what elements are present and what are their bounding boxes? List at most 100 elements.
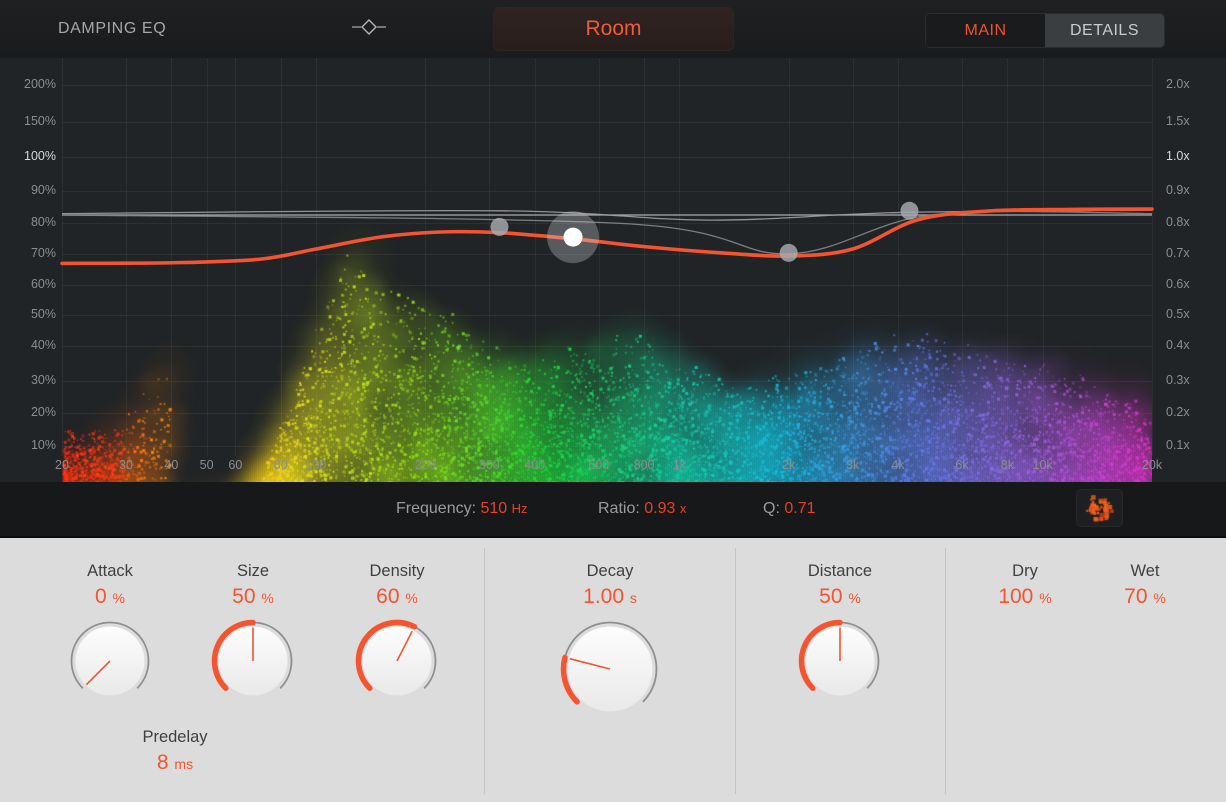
distance-knob[interactable] [798, 619, 882, 703]
x-axis-frequency: 20 30 40 50 60 80 100 200 300 400 600 800 1k 2k 3k 4k 6k… [62, 458, 1152, 480]
decay-knob[interactable] [560, 619, 660, 719]
y-left-tick: 150% [24, 114, 56, 128]
plugin-window: DAMPING EQ Room MAIN DETAILS 200% 150% 100… [0, 0, 1226, 802]
eq-q-value: 0.71 [784, 500, 815, 517]
y-right-tick: 0.7x [1166, 246, 1190, 260]
density-control: Density 60 % [327, 562, 467, 703]
size-label: Size [183, 562, 323, 581]
size-knob[interactable] [211, 619, 295, 703]
eq-control-point[interactable] [780, 244, 798, 262]
attack-knob[interactable] [68, 619, 152, 703]
y-left-tick: 30% [31, 373, 56, 387]
eq-frequency-value: 510 [481, 500, 508, 517]
size-value: 50 % [183, 585, 323, 609]
wet-value: 70 % [1075, 585, 1215, 609]
dry-value: 100 % [955, 585, 1095, 609]
x-axis-tick: 20 [55, 458, 69, 472]
decay-control: Decay 1.00 s [540, 562, 680, 719]
eq-frequency-unit: Hz [512, 501, 528, 516]
eq-control-point-selected[interactable] [564, 228, 583, 247]
eq-frequency-label: Frequency: [396, 500, 476, 517]
x-axis-tick: 300 [479, 458, 500, 472]
particle-cluster-icon[interactable] [1076, 489, 1123, 527]
y-right-tick: 1.5x [1166, 114, 1190, 128]
eq-ratio-unit: x [680, 501, 687, 516]
x-axis-tick: 10k [1033, 458, 1053, 472]
x-axis-tick: 800 [634, 458, 655, 472]
page-title: DAMPING EQ [58, 20, 166, 38]
eq-ratio-field[interactable]: Ratio: 0.93 x [598, 500, 686, 518]
size-control: Size 50 % [183, 562, 323, 703]
y-right-tick: 0.1x [1166, 438, 1190, 452]
reverb-controls-panel: Attack 0 % Size 50 % Density 60 % Predel… [0, 536, 1226, 802]
x-axis-tick: 8k [1001, 458, 1014, 472]
eq-curve-overlay[interactable] [0, 116, 1226, 482]
y-axis-right: 2.0x 1.5x 1.0x 0.9x 0.8x 0.7x 0.6x 0.5x 0.4x 0.3x… [1152, 58, 1226, 482]
knob-graphic [68, 619, 152, 703]
x-axis-tick: 400 [524, 458, 545, 472]
knob-graphic [560, 619, 660, 719]
y-right-tick: 0.9x [1166, 183, 1190, 197]
preset-name-label: Room [585, 17, 641, 41]
dry-label: Dry [955, 562, 1095, 581]
eq-main-curve[interactable] [62, 209, 1152, 263]
density-knob[interactable] [355, 619, 439, 703]
x-axis-tick: 20k [1142, 458, 1162, 472]
eq-control-point[interactable] [490, 218, 508, 236]
knob-graphic [798, 619, 882, 703]
distance-label: Distance [770, 562, 910, 581]
density-value: 60 % [327, 585, 467, 609]
header-bar: DAMPING EQ Room MAIN DETAILS [0, 0, 1226, 58]
predelay-label: Predelay [100, 728, 250, 747]
y-left-tick: 50% [31, 307, 56, 321]
dry-control: Dry 100 % [955, 562, 1095, 609]
y-axis-left: 200% 150% 100% 90% 80% 70% 60% 50% 40% 30% 20% 10% [0, 58, 62, 482]
x-axis-tick: 1k [673, 458, 686, 472]
x-axis-tick: 6k [955, 458, 968, 472]
eq-analyzer-graph[interactable] [0, 58, 1226, 482]
x-axis-tick: 50 [200, 458, 214, 472]
y-right-tick: 0.2x [1166, 405, 1190, 419]
eq-node-icon[interactable] [352, 16, 386, 38]
panel-divider-3 [945, 548, 946, 794]
eq-ratio-label: Ratio: [598, 500, 640, 517]
y-left-tick: 20% [31, 405, 56, 419]
knob-graphic [355, 619, 439, 703]
distance-value: 50 % [770, 585, 910, 609]
gridline [62, 85, 1152, 86]
x-axis-tick: 2k [782, 458, 795, 472]
tab-details[interactable]: DETAILS [1045, 14, 1164, 47]
decay-value: 1.00 s [540, 585, 680, 609]
decay-label: Decay [540, 562, 680, 581]
y-left-tick: 200% [24, 77, 56, 91]
y-right-tick: 0.3x [1166, 373, 1190, 387]
density-label: Density [327, 562, 467, 581]
x-axis-tick: 40 [164, 458, 178, 472]
tab-main[interactable]: MAIN [926, 14, 1045, 47]
eq-control-point[interactable] [900, 202, 918, 220]
y-right-tick: 0.6x [1166, 277, 1190, 291]
preset-selector-button[interactable]: Room [493, 7, 734, 51]
predelay-control: Predelay 8 ms [100, 728, 250, 775]
view-mode-tabs: MAIN DETAILS [925, 13, 1165, 48]
eq-frequency-field[interactable]: Frequency: 510 Hz [396, 500, 528, 518]
y-left-tick: 70% [31, 246, 56, 260]
eq-ratio-value: 0.93 [644, 500, 675, 517]
x-axis-tick: 100 [306, 458, 327, 472]
x-axis-tick: 4k [891, 458, 904, 472]
y-left-tick: 40% [31, 338, 56, 352]
predelay-value[interactable]: 8 ms [100, 751, 250, 775]
distance-control: Distance 50 % [770, 562, 910, 703]
y-left-tick: 60% [31, 277, 56, 291]
panel-divider-2 [735, 548, 736, 794]
x-axis-tick: 600 [588, 458, 609, 472]
wet-label: Wet [1075, 562, 1215, 581]
y-left-tick: 10% [31, 438, 56, 452]
knob-graphic [211, 619, 295, 703]
eq-q-field[interactable]: Q: 0.71 [763, 500, 815, 518]
attack-value: 0 % [40, 585, 180, 609]
eq-band-curve [62, 211, 1152, 253]
x-axis-tick: 3k [846, 458, 859, 472]
panel-divider-1 [484, 548, 485, 794]
eq-q-label: Q: [763, 500, 780, 517]
